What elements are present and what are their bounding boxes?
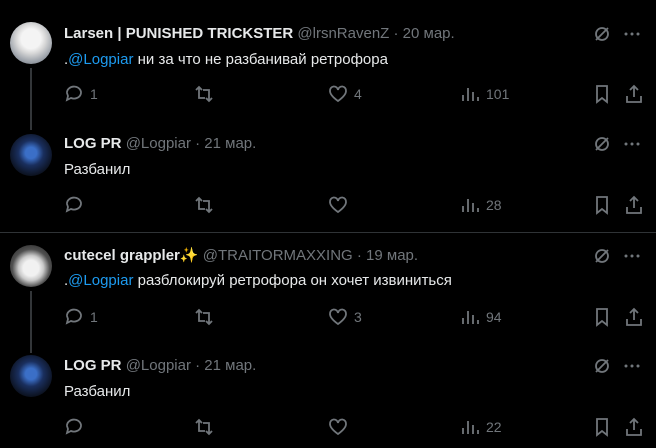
- views-button[interactable]: 94: [460, 307, 502, 327]
- bookmark-button[interactable]: [592, 195, 612, 215]
- share-button[interactable]: [624, 417, 644, 437]
- reply-icon: [65, 308, 82, 325]
- bookmark-icon: [596, 85, 608, 104]
- retweet-button[interactable]: [194, 307, 214, 327]
- bookmark-button[interactable]: [592, 417, 612, 437]
- retweet-button[interactable]: [194, 417, 214, 437]
- reply-icon: [65, 196, 82, 213]
- timestamp[interactable]: · 21 мар.: [191, 357, 256, 374]
- views-icon: [462, 88, 479, 101]
- views-button[interactable]: 101: [460, 84, 509, 104]
- tweet-2[interactable]: cutecel grappler✨ @TRAITORMAXXING · 19 м…: [0, 233, 656, 448]
- grok-icon[interactable]: [592, 246, 612, 266]
- views-icon: [462, 421, 479, 434]
- retweet-icon: [195, 196, 213, 214]
- bookmark-icon: [596, 196, 608, 215]
- share-icon: [626, 195, 642, 214]
- bookmark-button[interactable]: [592, 84, 612, 104]
- tweet-1[interactable]: Larsen | PUNISHED TRICKSTER @lrsnRavenZ …: [0, 0, 656, 232]
- share-button[interactable]: [624, 195, 644, 215]
- grok-icon[interactable]: [592, 24, 612, 44]
- views-icon: [462, 199, 479, 212]
- share-button[interactable]: [624, 84, 644, 104]
- author-name[interactable]: Larsen | PUNISHED TRICKSTER: [64, 25, 293, 42]
- share-icon: [626, 417, 642, 436]
- retweet-button[interactable]: [194, 84, 214, 104]
- like-button[interactable]: 3: [328, 307, 362, 327]
- reply-button[interactable]: 1: [64, 307, 98, 327]
- bookmark-button[interactable]: [592, 307, 612, 327]
- avatar[interactable]: [10, 134, 52, 176]
- timestamp[interactable]: · 19 мар.: [353, 247, 418, 264]
- share-icon: [626, 307, 642, 326]
- reply-icon: [65, 418, 82, 435]
- more-icon[interactable]: [622, 356, 642, 376]
- bookmark-icon: [596, 418, 608, 437]
- tweet-text: .@Logpiar ни за что не разбанивай ретроф…: [64, 51, 388, 68]
- share-button[interactable]: [624, 307, 644, 327]
- like-icon: [329, 308, 347, 326]
- tweet-text: Разбанил: [64, 161, 131, 178]
- like-button[interactable]: 4: [328, 84, 362, 104]
- author-handle[interactable]: @Logpiar: [126, 357, 191, 374]
- views-button[interactable]: 22: [460, 417, 502, 437]
- retweet-icon: [195, 85, 213, 103]
- mention-link[interactable]: @Logpiar: [68, 272, 133, 289]
- reply-button[interactable]: 1: [64, 84, 98, 104]
- timestamp[interactable]: · 20 мар.: [389, 25, 454, 42]
- like-button[interactable]: [328, 195, 354, 215]
- bookmark-icon: [596, 308, 608, 327]
- retweet-icon: [195, 308, 213, 326]
- author-handle[interactable]: @Logpiar: [126, 135, 191, 152]
- author-handle[interactable]: @lrsnRavenZ: [297, 25, 389, 42]
- avatar[interactable]: [10, 22, 52, 64]
- avatar[interactable]: [10, 355, 52, 397]
- reply-button[interactable]: [64, 417, 90, 437]
- grok-icon[interactable]: [592, 134, 612, 154]
- author-name[interactable]: LOG PR: [64, 357, 122, 374]
- reply-button[interactable]: [64, 195, 90, 215]
- tweet-text: Разбанил: [64, 383, 131, 400]
- more-icon[interactable]: [622, 134, 642, 154]
- like-icon: [329, 85, 347, 103]
- more-icon[interactable]: [622, 246, 642, 266]
- mention-link[interactable]: @Logpiar: [68, 51, 133, 68]
- tweet-text: .@Logpiar разблокируй ретрофора он хочет…: [64, 272, 452, 289]
- like-icon: [329, 418, 347, 436]
- retweet-icon: [195, 418, 213, 436]
- like-icon: [329, 196, 347, 214]
- avatar[interactable]: [10, 245, 52, 287]
- author-handle[interactable]: @TRAITORMAXXING: [203, 247, 353, 264]
- timestamp[interactable]: · 21 мар.: [191, 135, 256, 152]
- grok-icon[interactable]: [592, 356, 612, 376]
- views-icon: [462, 311, 479, 324]
- views-button[interactable]: 28: [460, 195, 502, 215]
- author-name[interactable]: LOG PR: [64, 135, 122, 152]
- author-name[interactable]: cutecel grappler✨: [64, 247, 199, 264]
- more-icon[interactable]: [622, 24, 642, 44]
- retweet-button[interactable]: [194, 195, 214, 215]
- like-button[interactable]: [328, 417, 354, 437]
- reply-icon: [65, 85, 82, 102]
- share-icon: [626, 84, 642, 103]
